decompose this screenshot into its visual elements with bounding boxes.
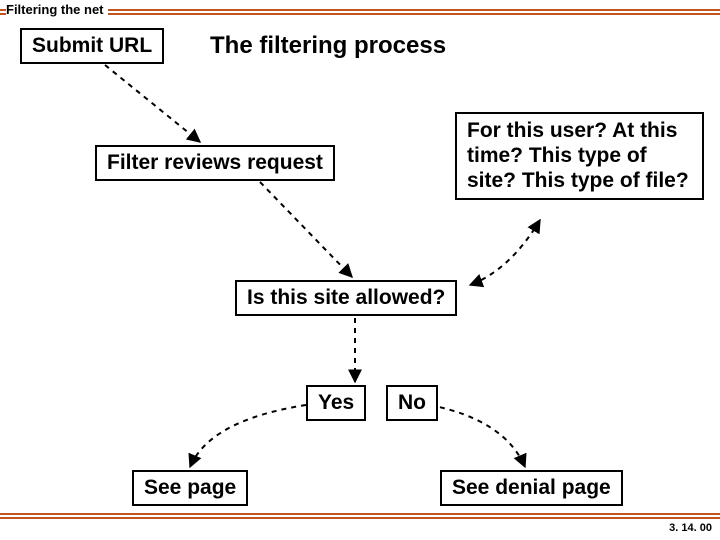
node-questions: For this user? At this time? This type o… xyxy=(455,112,704,200)
header-rule xyxy=(0,9,720,15)
node-allowed: Is this site allowed? xyxy=(235,280,457,316)
slide-stage: Filtering the net The filtering process … xyxy=(0,0,720,540)
slide-title: The filtering process xyxy=(210,32,446,60)
flow-arrows xyxy=(0,0,720,540)
node-filter-reviews: Filter reviews request xyxy=(95,145,335,181)
node-submit-url: Submit URL xyxy=(20,28,164,64)
node-see-page: See page xyxy=(132,470,248,506)
footer-rule xyxy=(0,513,720,519)
node-no: No xyxy=(386,385,438,421)
footer-date: 3. 14. 00 xyxy=(669,522,712,534)
node-see-denial: See denial page xyxy=(440,470,623,506)
header-title: Filtering the net xyxy=(6,2,108,17)
node-yes: Yes xyxy=(306,385,366,421)
